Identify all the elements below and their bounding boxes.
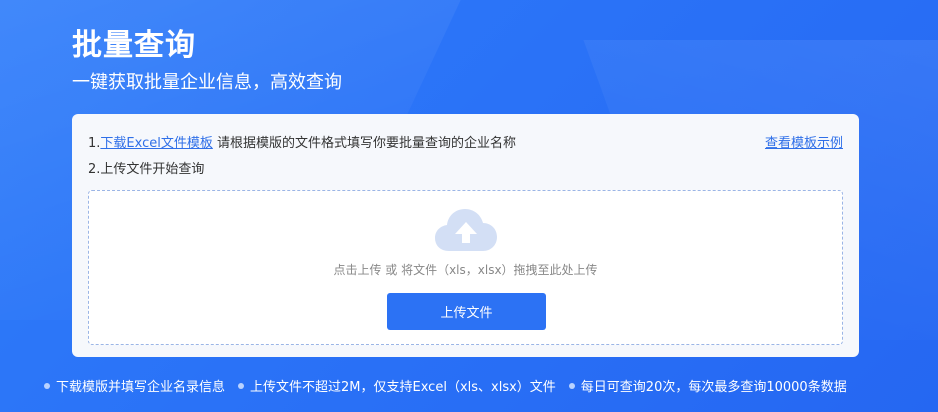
step-1-number: 1. [88,136,101,151]
dropzone-hint: 点击上传 或 将文件（xls，xlsx）拖拽至此处上传 [333,263,598,277]
bullet-icon [568,382,575,389]
tip-item: 每日可查询20次，每次最多查询10000条数据 [568,376,847,395]
view-template-example-link[interactable]: 查看模板示例 [765,132,843,151]
tip-item: 下载模版并填写企业名录信息 [44,376,225,395]
tips-bar: 下载模版并填写企业名录信息 上传文件不超过2M，仅支持Excel（xls、xls… [44,376,847,395]
step-2-instruction: 2.上传文件开始查询 [88,162,205,177]
upload-file-button[interactable]: 上传文件 [387,293,546,330]
upload-card: 1.下载Excel文件模板 请根据模版的文件格式填写你要批量查询的企业名称 2.… [72,114,859,357]
tip-text: 上传文件不超过2M，仅支持Excel（xls、xlsx）文件 [250,380,556,395]
bullet-icon [44,382,50,389]
step-1-instruction: 1.下载Excel文件模板 请根据模版的文件格式填写你要批量查询的企业名称 [88,132,516,151]
step-1-text: 请根据模版的文件格式填写你要批量查询的企业名称 [212,136,516,151]
download-template-link[interactable]: 下载Excel文件模板 [100,136,212,151]
tip-text: 每日可查询20次，每次最多查询10000条数据 [580,380,847,395]
tip-text: 下载模版并填写企业名录信息 [56,380,226,395]
page-title: 批量查询 [72,28,196,63]
bullet-icon [238,382,245,389]
cloud-upload-icon [435,209,497,251]
page-subtitle: 一键获取批量企业信息，高效查询 [72,72,342,93]
file-dropzone[interactable]: 点击上传 或 将文件（xls，xlsx）拖拽至此处上传 上传文件 [88,190,843,345]
tip-item: 上传文件不超过2M，仅支持Excel（xls、xlsx）文件 [238,376,556,395]
